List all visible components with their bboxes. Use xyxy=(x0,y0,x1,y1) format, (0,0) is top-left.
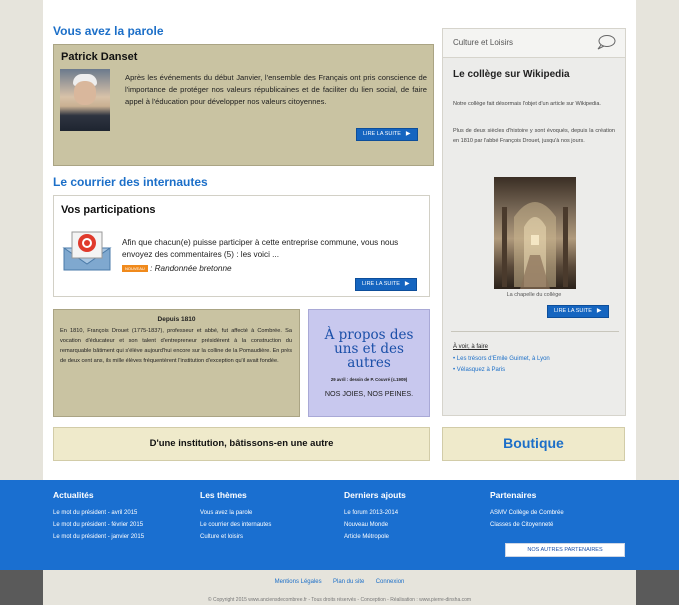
institution-banner[interactable]: D'une institution, bâtissons-en une autr… xyxy=(53,427,430,461)
voir-title[interactable]: À voir, à faire xyxy=(453,344,488,350)
apropos-tagline: NOS JOIES, NOS PEINES. xyxy=(324,389,414,398)
footer-link[interactable]: Le courrier des internautes xyxy=(200,522,271,528)
footer-link[interactable]: Le mot du président - avril 2015 xyxy=(53,510,144,516)
boutique-banner[interactable]: Boutique xyxy=(442,427,625,461)
new-badge: NOUVEAU xyxy=(122,265,148,273)
footer-link[interactable]: Article Métropole xyxy=(344,534,406,540)
participations-title[interactable]: Vos participations xyxy=(61,204,156,216)
footer-col-ajouts: Derniers ajouts Le forum 2013-2014 Nouve… xyxy=(344,490,406,546)
sidebar-header: Culture et Loisirs xyxy=(443,29,625,58)
bottom-bar: Mentions Légales Plan du site Connexion … xyxy=(0,570,679,605)
copyright: © Copyright 2015 www.anciensdecombree.fr… xyxy=(207,597,472,603)
parole-text: Après les événements du début Janvier, l… xyxy=(125,73,427,106)
read-more-button[interactable]: LIRE LA SUITE ▶ xyxy=(547,305,609,318)
section-title-parole[interactable]: Vous avez la parole xyxy=(53,24,164,38)
sidebar-text-1: Notre collège fait désormais l'objet d'u… xyxy=(453,101,601,107)
footer-link[interactable]: Vous avez la parole xyxy=(200,510,271,516)
section-title-courrier[interactable]: Le courrier des internautes xyxy=(53,175,208,189)
footer-col-title[interactable]: Actualités xyxy=(53,490,144,500)
footer: Actualités Le mot du président - avril 2… xyxy=(0,480,679,570)
read-more-button[interactable]: LIRE LA SUITE ▶ xyxy=(356,128,418,141)
chat-bubble-icon xyxy=(596,34,616,55)
sidebar: Culture et Loisirs Le collège sur Wikipe… xyxy=(442,28,626,416)
boutique-banner-text: Boutique xyxy=(503,435,564,451)
footer-link[interactable]: Le mot du président - février 2015 xyxy=(53,522,144,528)
footer-col-title[interactable]: Les thèmes xyxy=(200,490,271,500)
footer-col-title[interactable]: Derniers ajouts xyxy=(344,490,406,500)
apropos-title: À propos des uns et des autres xyxy=(324,327,414,371)
footer-link[interactable]: Nouveau Monde xyxy=(344,522,406,528)
footer-col-actualites: Actualités Le mot du président - avril 2… xyxy=(53,490,144,546)
partners-button[interactable]: NOS AUTRES PARTENAIRES xyxy=(505,543,625,557)
footer-col-title[interactable]: Partenaires xyxy=(490,490,564,500)
footer-link[interactable]: ASMV Collège de Combrée xyxy=(490,510,564,516)
sidebar-divider xyxy=(451,331,619,332)
author-photo xyxy=(60,69,110,131)
depuis-title: Depuis 1810 xyxy=(157,316,196,323)
voir-item[interactable]: • Les trésors d'Emile Guimet, à Lyon xyxy=(453,356,550,362)
footer-col-themes: Les thèmes Vous avez la parole Le courri… xyxy=(200,490,271,546)
mentions-link[interactable]: Mentions Légales xyxy=(275,579,322,585)
participations-box: Vos participations Afin que chacun(e) pu… xyxy=(53,195,430,297)
footer-link[interactable]: Culture et loisirs xyxy=(200,534,271,540)
footer-col-partenaires: Partenaires ASMV Collège de Combrée Clas… xyxy=(490,490,564,534)
apropos-subtitle: 29 avril : dessin de P. Couvré (c.1909) xyxy=(330,377,408,382)
parole-author[interactable]: Patrick Danset xyxy=(61,51,137,63)
parole-box: Patrick Danset Après les événements du d… xyxy=(53,44,434,166)
sitemap-link[interactable]: Plan du site xyxy=(333,579,364,585)
footer-link[interactable]: Classes de Citoyenneté xyxy=(490,522,564,528)
read-more-button[interactable]: LIRE LA SUITE ▶ xyxy=(355,278,417,291)
envelope-icon xyxy=(62,224,114,274)
participations-text: Afin que chacun(e) puisse participer à c… xyxy=(122,238,399,259)
institution-banner-text: D'une institution, bâtissons-en une autr… xyxy=(149,438,334,449)
login-link[interactable]: Connexion xyxy=(376,579,405,585)
depuis-box: Depuis 1810 En 1810, François Drouet (17… xyxy=(53,309,300,417)
participations-line: NOUVEAU : Randonnée bretonne xyxy=(122,264,232,273)
sidebar-title[interactable]: Le collège sur Wikipedia xyxy=(453,69,570,80)
sidebar-category[interactable]: Culture et Loisirs xyxy=(453,38,513,47)
bottom-links: Mentions Légales Plan du site Connexion xyxy=(43,579,636,585)
voir-item[interactable]: • Vélasquez à Paris xyxy=(453,367,505,373)
apropos-box[interactable]: À propos des uns et des autres 29 avril … xyxy=(308,309,430,417)
randonnee-link[interactable]: : Randonnée bretonne xyxy=(150,264,232,273)
footer-link[interactable]: Le mot du président - janvier 2015 xyxy=(53,534,144,540)
footer-link[interactable]: Le forum 2013-2014 xyxy=(344,510,406,516)
chapel-photo[interactable] xyxy=(494,177,576,289)
chapel-caption: La chapelle du collège xyxy=(506,292,562,298)
depuis-text: En 1810, François Drouet (1775-1837), pr… xyxy=(60,328,292,364)
sidebar-text-2: Plus de deux siècles d'histoire y sont é… xyxy=(453,128,615,144)
bottom-inner: Mentions Légales Plan du site Connexion … xyxy=(43,570,636,605)
